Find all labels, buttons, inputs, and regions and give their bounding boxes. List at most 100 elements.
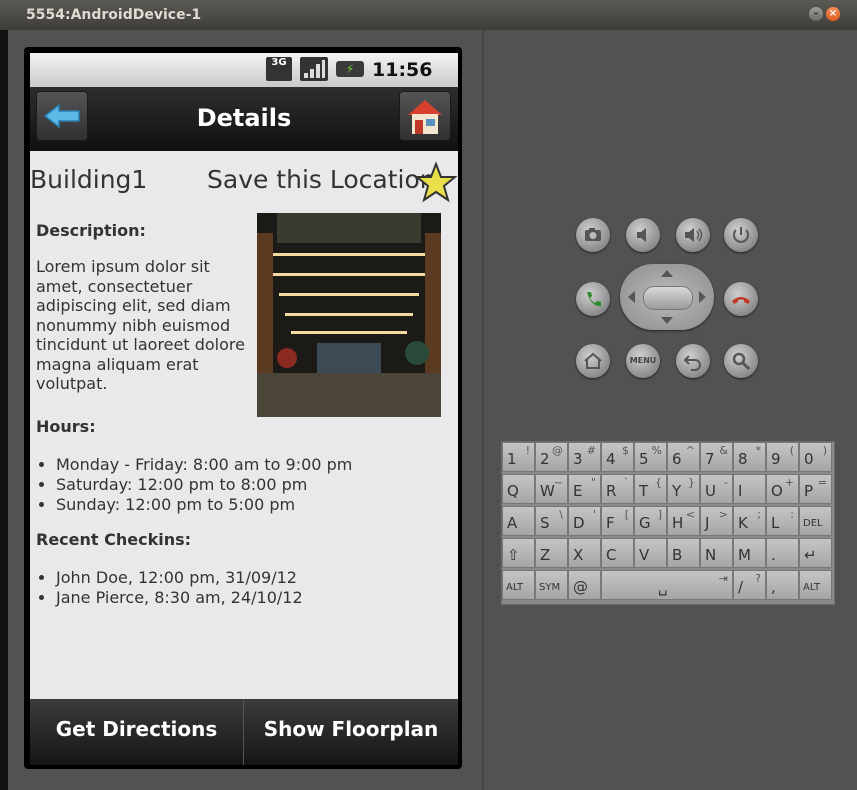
key-row2-0[interactable]: Q	[502, 474, 535, 504]
key-row3-4[interactable]: G]	[634, 506, 667, 536]
key-row4-2[interactable]: X	[568, 538, 601, 568]
home-button[interactable]	[399, 91, 451, 141]
call-icon	[587, 292, 601, 307]
key-row1-1[interactable]: 2 @	[535, 442, 568, 472]
key-label: 2	[540, 450, 550, 468]
key-alt-label: ?	[755, 572, 761, 585]
back-button[interactable]	[36, 91, 88, 141]
key-row3-2[interactable]: D '	[568, 506, 601, 536]
key-row4-7[interactable]: M	[733, 538, 766, 568]
key-label: G	[639, 514, 651, 532]
key-label: L	[771, 514, 780, 532]
key-row4-9[interactable]: ↵	[799, 538, 832, 568]
key-row2-8[interactable]: O +	[766, 474, 799, 504]
key-label: 7	[705, 450, 715, 468]
key-row3-6[interactable]: J >	[700, 506, 733, 536]
key-row4-0[interactable]: ⇧	[502, 538, 535, 568]
key-row1-3[interactable]: 4 $	[601, 442, 634, 472]
key-row5-4[interactable]: /?	[733, 570, 766, 600]
list-item: Monday - Friday: 8:00 am to 9:00 pm	[56, 455, 352, 475]
end-call-button[interactable]	[724, 282, 758, 316]
key-row5-6[interactable]: ALT	[799, 570, 832, 600]
key-label: 8	[738, 450, 748, 468]
key-row4-4[interactable]: V	[634, 538, 667, 568]
key-row1-5[interactable]: 6 ^	[667, 442, 700, 472]
key-row2-6[interactable]: U-	[700, 474, 733, 504]
key-row2-1[interactable]: W ~	[535, 474, 568, 504]
key-label: U	[705, 482, 716, 500]
key-row4-6[interactable]: N	[700, 538, 733, 568]
key-alt-label: =	[817, 476, 827, 489]
key-label: E	[573, 482, 583, 500]
key-label: ALT	[803, 582, 821, 593]
key-row3-5[interactable]: H <	[667, 506, 700, 536]
key-label: DEL	[803, 518, 823, 529]
key-row1-6[interactable]: 7 &	[700, 442, 733, 472]
save-location-label[interactable]: Save this Location	[207, 165, 436, 194]
key-label: I	[738, 482, 743, 500]
star-icon[interactable]	[415, 161, 457, 203]
key-row2-7[interactable]: I	[733, 474, 766, 504]
key-row3-1[interactable]: S \	[535, 506, 568, 536]
back-hw-button[interactable]	[676, 344, 710, 378]
device-screen: 3G ⚡ 11:56 PM Details Building1	[30, 53, 458, 765]
key-label: ↵	[804, 546, 817, 564]
key-row2-5[interactable]: Y}	[667, 474, 700, 504]
show-floorplan-button[interactable]: Show Floorplan	[244, 699, 458, 765]
key-label: 6	[672, 450, 682, 468]
spacebar-key[interactable]: ␣ ⇥	[601, 570, 733, 600]
volume-down-button[interactable]	[626, 218, 660, 252]
key-row4-8[interactable]: .	[766, 538, 799, 568]
key-alt-label: `	[623, 476, 630, 489]
key-row2-4[interactable]: T{	[634, 474, 667, 504]
back-curve-icon	[683, 355, 701, 371]
key-row5-0[interactable]: ALT	[502, 570, 535, 600]
building-photo	[257, 213, 441, 417]
get-directions-button[interactable]: Get Directions	[30, 699, 244, 765]
key-alt-label: (	[789, 444, 794, 457]
minimize-button[interactable]: –	[809, 7, 823, 21]
key-row5-2[interactable]: @	[568, 570, 601, 600]
key-alt-label: @	[552, 444, 563, 457]
key-row1-9[interactable]: 0)	[799, 442, 832, 472]
key-row1-8[interactable]: 9(	[766, 442, 799, 472]
key-row3-9[interactable]: DEL	[799, 506, 832, 536]
key-row5-5[interactable]: ,	[766, 570, 799, 600]
key-row3-0[interactable]: A	[502, 506, 535, 536]
key-row2-2[interactable]: E "	[568, 474, 601, 504]
search-hw-button[interactable]	[724, 344, 758, 378]
key-label: 9	[771, 450, 781, 468]
key-row4-1[interactable]: Z	[535, 538, 568, 568]
menu-button[interactable]: MENU	[626, 344, 660, 378]
dpad[interactable]	[620, 264, 714, 330]
key-row3-3[interactable]: F[	[601, 506, 634, 536]
key-label: 4	[606, 450, 616, 468]
key-row1-4[interactable]: 5%	[634, 442, 667, 472]
key-row3-8[interactable]: L:	[766, 506, 799, 536]
home-hw-button[interactable]	[576, 344, 610, 378]
key-alt-label: '	[592, 508, 596, 521]
close-button[interactable]: ×	[826, 7, 840, 21]
key-row1-7[interactable]: 8 *	[733, 442, 766, 472]
network-3g-icon: 3G	[266, 57, 292, 81]
key-row3-7[interactable]: K;	[733, 506, 766, 536]
status-bar: 3G ⚡ 11:56 PM	[30, 53, 458, 102]
key-row4-3[interactable]: C	[601, 538, 634, 568]
key-row1-2[interactable]: 3 #	[568, 442, 601, 472]
camera-button[interactable]	[576, 218, 610, 252]
list-item: Saturday: 12:00 pm to 8:00 pm	[56, 475, 352, 495]
volume-up-button[interactable]	[676, 218, 710, 252]
key-label: SYM	[539, 582, 561, 593]
key-row2-9[interactable]: P =	[799, 474, 832, 504]
key-alt-label: !	[525, 444, 530, 457]
power-button[interactable]	[724, 218, 758, 252]
key-row5-1[interactable]: SYM	[535, 570, 568, 600]
key-row1-0[interactable]: 1!	[502, 442, 535, 472]
panel-divider	[482, 30, 484, 790]
window-title: 5554:AndroidDevice-1	[26, 7, 202, 23]
key-label: ␣	[658, 578, 668, 596]
key-row2-3[interactable]: R `	[601, 474, 634, 504]
key-label: H	[672, 514, 684, 532]
key-row4-5[interactable]: B	[667, 538, 700, 568]
call-button[interactable]	[576, 282, 610, 316]
